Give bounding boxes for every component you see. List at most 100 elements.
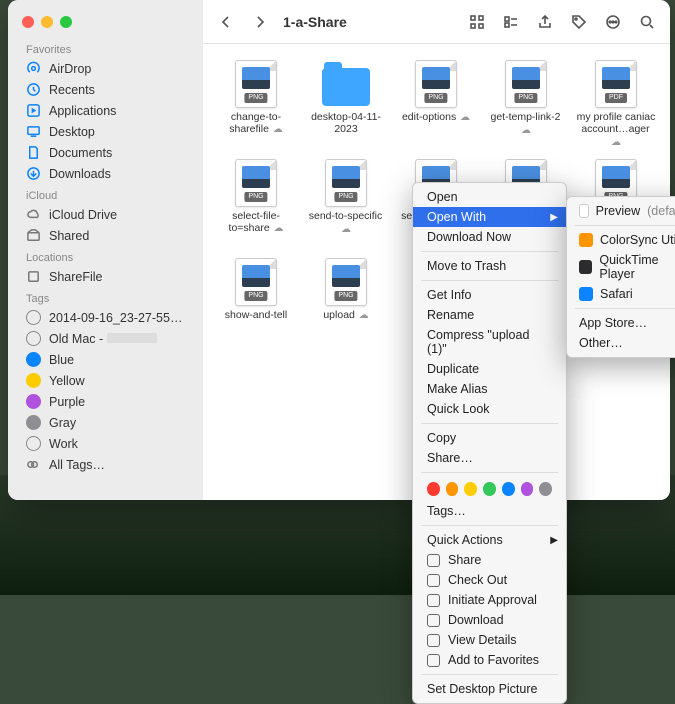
menu-item[interactable]: Check Out (413, 570, 566, 590)
tag-item[interactable]: All Tags… (8, 454, 203, 475)
sidebar-item-label: iCloud Drive (49, 208, 117, 222)
sidebar-section-tags: Tags (8, 287, 203, 307)
submenu-item[interactable]: Preview (default) (567, 201, 675, 221)
sidebar-item-sharefile[interactable]: ShareFile (8, 266, 203, 287)
menu-separator (421, 674, 558, 675)
menu-item[interactable]: Duplicate (413, 359, 566, 379)
sidebar-item-applications[interactable]: Applications (8, 100, 203, 121)
menu-item[interactable]: Tags… (413, 501, 566, 521)
cloud-icon: ☁︎ (356, 310, 369, 321)
sidebar-item-documents[interactable]: Documents (8, 142, 203, 163)
app-icon (579, 233, 593, 247)
menu-item[interactable]: Make Alias (413, 379, 566, 399)
file-icon: PDF (595, 60, 637, 108)
search-button[interactable] (634, 9, 660, 35)
file-item[interactable]: PNGupload ☁︎ (301, 258, 391, 353)
action-button[interactable] (600, 9, 626, 35)
file-item[interactable]: PDFmy profile caniac account…ager ☁︎ (571, 60, 661, 155)
menu-item[interactable]: Move to Trash (413, 256, 566, 276)
tags-button[interactable] (566, 9, 592, 35)
forward-button[interactable] (247, 9, 273, 35)
tag-color-option[interactable] (539, 482, 552, 496)
menu-item[interactable]: Add to Favorites (413, 650, 566, 670)
tag-color-option[interactable] (464, 482, 477, 496)
tag-label: Work (49, 437, 78, 451)
chevron-right-icon: ▶ (550, 535, 558, 546)
menu-item[interactable]: Share (413, 550, 566, 570)
submenu-item[interactable]: Other… (567, 333, 675, 353)
menu-item[interactable]: View Details (413, 630, 566, 650)
tag-color-option[interactable] (427, 482, 440, 496)
sidebar: Favorites AirDropRecentsApplicationsDesk… (8, 0, 203, 500)
file-label: select-file-to=share ☁︎ (215, 210, 297, 235)
window-controls (8, 10, 203, 38)
sidebar-item-downloads[interactable]: Downloads (8, 163, 203, 184)
group-button[interactable] (498, 9, 524, 35)
cloud-icon: ☁︎ (341, 224, 351, 235)
menu-item[interactable]: Download (413, 610, 566, 630)
quick-action-icon (427, 594, 440, 607)
menu-item[interactable]: Compress "upload (1)" (413, 325, 566, 359)
menu-separator (421, 251, 558, 252)
tag-color-option[interactable] (502, 482, 515, 496)
tag-item[interactable]: 2014-09-16_23-27-55_000.jpeg (8, 307, 203, 328)
file-item[interactable]: PNGedit-options ☁︎ (391, 60, 481, 155)
view-grid-button[interactable] (464, 9, 490, 35)
sidebar-item-recents[interactable]: Recents (8, 79, 203, 100)
submenu-item[interactable]: Safari (567, 284, 675, 304)
tag-color-icon (26, 373, 41, 388)
menu-item[interactable]: Rename (413, 305, 566, 325)
submenu-item[interactable]: App Store… (567, 313, 675, 333)
menu-item[interactable]: Quick Look (413, 399, 566, 419)
tag-color-option[interactable] (446, 482, 459, 496)
tag-color-icon (26, 331, 41, 346)
tag-color-option[interactable] (521, 482, 534, 496)
sidebar-item-label: AirDrop (49, 62, 91, 76)
tag-item[interactable]: Yellow (8, 370, 203, 391)
file-item[interactable]: PNGget-temp-link-2 ☁︎ (481, 60, 571, 155)
sidebar-item-desktop[interactable]: Desktop (8, 121, 203, 142)
menu-separator (421, 423, 558, 424)
menu-item[interactable]: Initiate Approval (413, 590, 566, 610)
sidebar-item-label: Applications (49, 104, 116, 118)
submenu-item[interactable]: QuickTime Player (567, 250, 675, 284)
tag-color-option[interactable] (483, 482, 496, 496)
menu-item-quick-actions[interactable]: Quick Actions▶ (413, 530, 566, 550)
sidebar-item-label: Desktop (49, 125, 95, 139)
zoom-icon[interactable] (60, 16, 72, 28)
file-label: send-to-specific ☁︎ (305, 210, 387, 235)
share-button[interactable] (532, 9, 558, 35)
sidebar-item-shared[interactable]: Shared (8, 225, 203, 246)
file-icon: PNG (235, 159, 277, 207)
menu-item[interactable]: Open With▶ (413, 207, 566, 227)
tag-item[interactable]: Blue (8, 349, 203, 370)
tag-label: Blue (49, 353, 74, 367)
menu-item[interactable]: Set Desktop Picture (413, 679, 566, 699)
menu-item[interactable]: Get Info (413, 285, 566, 305)
quick-action-icon (427, 614, 440, 627)
tag-item[interactable]: Old Mac - (8, 328, 203, 349)
menu-item[interactable]: Copy (413, 428, 566, 448)
menu-item[interactable]: Open (413, 187, 566, 207)
sidebar-item-label: Downloads (49, 167, 111, 181)
close-icon[interactable] (22, 16, 34, 28)
file-item[interactable]: PNGchange-to-sharefile ☁︎ (211, 60, 301, 155)
sidebar-item-icloud-drive[interactable]: iCloud Drive (8, 204, 203, 225)
back-button[interactable] (213, 9, 239, 35)
tag-item[interactable]: Work (8, 433, 203, 454)
minimize-icon[interactable] (41, 16, 53, 28)
menu-separator (575, 308, 675, 309)
menu-item[interactable]: Share… (413, 448, 566, 468)
tag-item[interactable]: Gray (8, 412, 203, 433)
sidebar-item-airdrop[interactable]: AirDrop (8, 58, 203, 79)
submenu-item[interactable]: ColorSync Utility (567, 230, 675, 250)
file-item[interactable]: PNGshow-and-tell (211, 258, 301, 353)
file-item[interactable]: PNGsend-to-specific ☁︎ (301, 159, 391, 254)
cloud-icon: ☁︎ (271, 223, 284, 234)
file-icon: PNG (235, 258, 277, 306)
menu-item[interactable]: Download Now (413, 227, 566, 247)
file-item[interactable]: desktop-04-11-2023 (301, 60, 391, 155)
file-item[interactable]: PNG select-file-to=share ☁︎ (211, 159, 301, 254)
tag-item[interactable]: Purple (8, 391, 203, 412)
tag-color-icon (26, 310, 41, 325)
